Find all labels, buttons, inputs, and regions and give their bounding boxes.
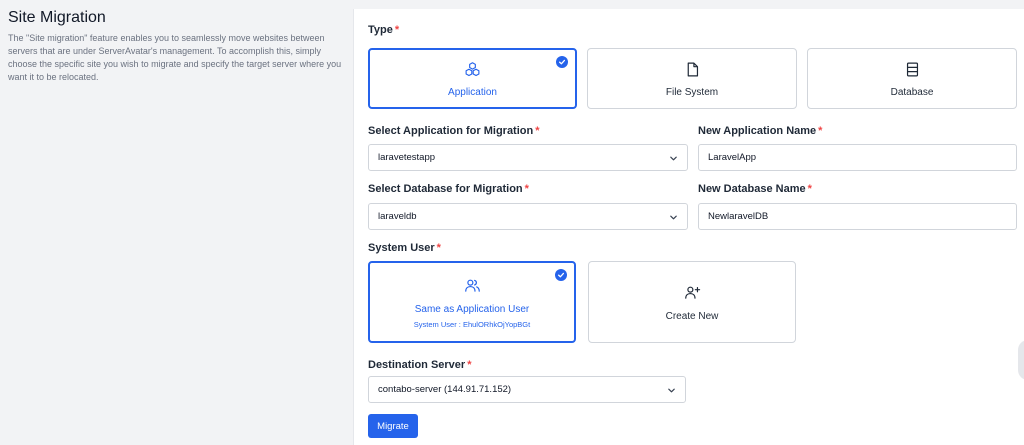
required-mark: *: [436, 242, 441, 254]
chevron-down-icon: [668, 388, 675, 393]
system-user-option-label: Same as Application User: [414, 303, 530, 315]
page-description: The "Site migration" feature enables you…: [8, 33, 342, 82]
system-user-option-same[interactable]: Same as Application User System User : E…: [368, 261, 576, 343]
required-mark: *: [535, 125, 540, 137]
select-application-label-text: Select Application for Migration: [368, 125, 534, 137]
database-icon: [904, 59, 921, 79]
type-option-file-system[interactable]: File System: [587, 48, 797, 109]
type-option-label: Database: [890, 87, 934, 98]
new-database-name-value: NewlaravelDB: [708, 211, 769, 222]
destination-server-label-text: Destination Server: [368, 359, 466, 371]
type-option-label: File System: [665, 87, 719, 98]
select-application-label: Select Application for Migration *: [368, 125, 540, 137]
system-user-label: System User *: [368, 242, 441, 254]
new-database-name-label: New Database Name *: [698, 183, 812, 195]
users-icon: [464, 276, 481, 296]
file-icon: [684, 59, 701, 79]
user-plus-icon: [684, 283, 701, 303]
type-label: Type *: [368, 24, 399, 36]
select-database-dropdown[interactable]: laraveldb: [368, 203, 688, 230]
type-option-label: Application: [448, 87, 497, 98]
required-mark: *: [807, 183, 812, 195]
new-database-name-input[interactable]: NewlaravelDB: [698, 203, 1017, 230]
migration-form-panel: Type * Application File System Database …: [353, 9, 1024, 445]
destination-server-value: contabo-server (144.91.71.152): [378, 384, 512, 395]
cubes-icon: [464, 59, 481, 79]
select-application-dropdown[interactable]: laravetestapp: [368, 144, 688, 171]
side-widget-tab[interactable]: [1018, 340, 1024, 380]
required-mark: *: [394, 24, 400, 36]
select-database-value: laraveldb: [378, 211, 417, 222]
intro-section: Site Migration The "Site migration" feat…: [8, 9, 348, 84]
required-mark: *: [524, 183, 529, 195]
type-option-database[interactable]: Database: [807, 48, 1017, 109]
chevron-down-icon: [670, 215, 677, 220]
migrate-button[interactable]: Migrate: [368, 414, 418, 438]
new-database-name-label-text: New Database Name: [698, 183, 806, 195]
type-option-application[interactable]: Application: [368, 48, 577, 109]
new-application-name-value: LaravelApp: [708, 152, 757, 163]
system-user-name: System User : EhulORhkOjYopBGt: [413, 319, 531, 329]
destination-server-label: Destination Server *: [368, 359, 471, 371]
new-application-name-label-text: New Application Name: [698, 125, 817, 137]
page-title: Site Migration: [8, 9, 106, 26]
type-label-text: Type: [368, 24, 393, 36]
select-database-label-text: Select Database for Migration: [368, 183, 523, 195]
chevron-down-icon: [670, 156, 677, 161]
new-application-name-label: New Application Name *: [698, 125, 822, 137]
system-user-option-create-new[interactable]: Create New: [588, 261, 796, 343]
select-application-value: laravetestapp: [378, 152, 436, 163]
check-circle-icon: [556, 56, 568, 68]
system-user-option-label: Create New: [665, 310, 719, 322]
required-mark: *: [818, 125, 823, 137]
check-circle-icon: [555, 269, 567, 281]
destination-server-dropdown[interactable]: contabo-server (144.91.71.152): [368, 376, 686, 403]
new-application-name-input[interactable]: LaravelApp: [698, 144, 1017, 171]
system-user-label-text: System User: [368, 242, 435, 254]
select-database-label: Select Database for Migration *: [368, 183, 529, 195]
required-mark: *: [467, 359, 472, 371]
